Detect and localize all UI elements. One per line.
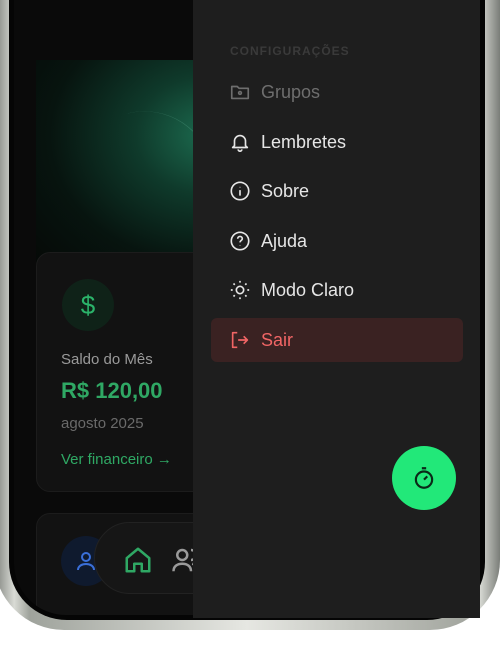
dollar-icon: $: [62, 279, 114, 331]
folder-icon: [229, 81, 251, 103]
view-finance-link[interactable]: Ver financeiro →: [61, 451, 172, 468]
balance-month: agosto 2025: [61, 415, 144, 432]
help-circle-icon: [229, 230, 251, 252]
balance-value: R$ 120,00: [61, 378, 163, 403]
menu-item-label: Grupos: [261, 81, 321, 102]
home-icon[interactable]: [123, 545, 153, 575]
menu-item-lembretes[interactable]: Lembretes: [211, 120, 463, 164]
menu-item-grupos[interactable]: Grupos: [211, 70, 463, 114]
menu-item-label: Sair: [261, 329, 294, 350]
sun-icon: [229, 279, 251, 301]
bell-icon: [229, 131, 251, 153]
menu-item-label: Ajuda: [261, 230, 308, 251]
menu-item-sair[interactable]: Sair: [211, 318, 463, 362]
menu-item-ajuda[interactable]: Ajuda: [211, 219, 463, 263]
menu-item-label: Modo Claro: [261, 279, 355, 300]
menu-item-sobre[interactable]: Sobre: [211, 169, 463, 213]
timer-fab-button[interactable]: [392, 446, 456, 510]
menu-item-modo-claro[interactable]: Modo Claro: [211, 268, 463, 312]
section-title: CONFIGURAÇÕES: [230, 44, 350, 58]
side-drawer: CONFIGURAÇÕES Grupos Lembretes Sobre Aju…: [193, 0, 480, 618]
timer-icon: [411, 465, 437, 491]
logout-icon: [229, 329, 251, 351]
balance-label: Saldo do Mês: [61, 351, 153, 368]
menu-item-label: Lembretes: [261, 131, 347, 152]
info-icon: [229, 180, 251, 202]
menu-item-label: Sobre: [261, 180, 310, 201]
